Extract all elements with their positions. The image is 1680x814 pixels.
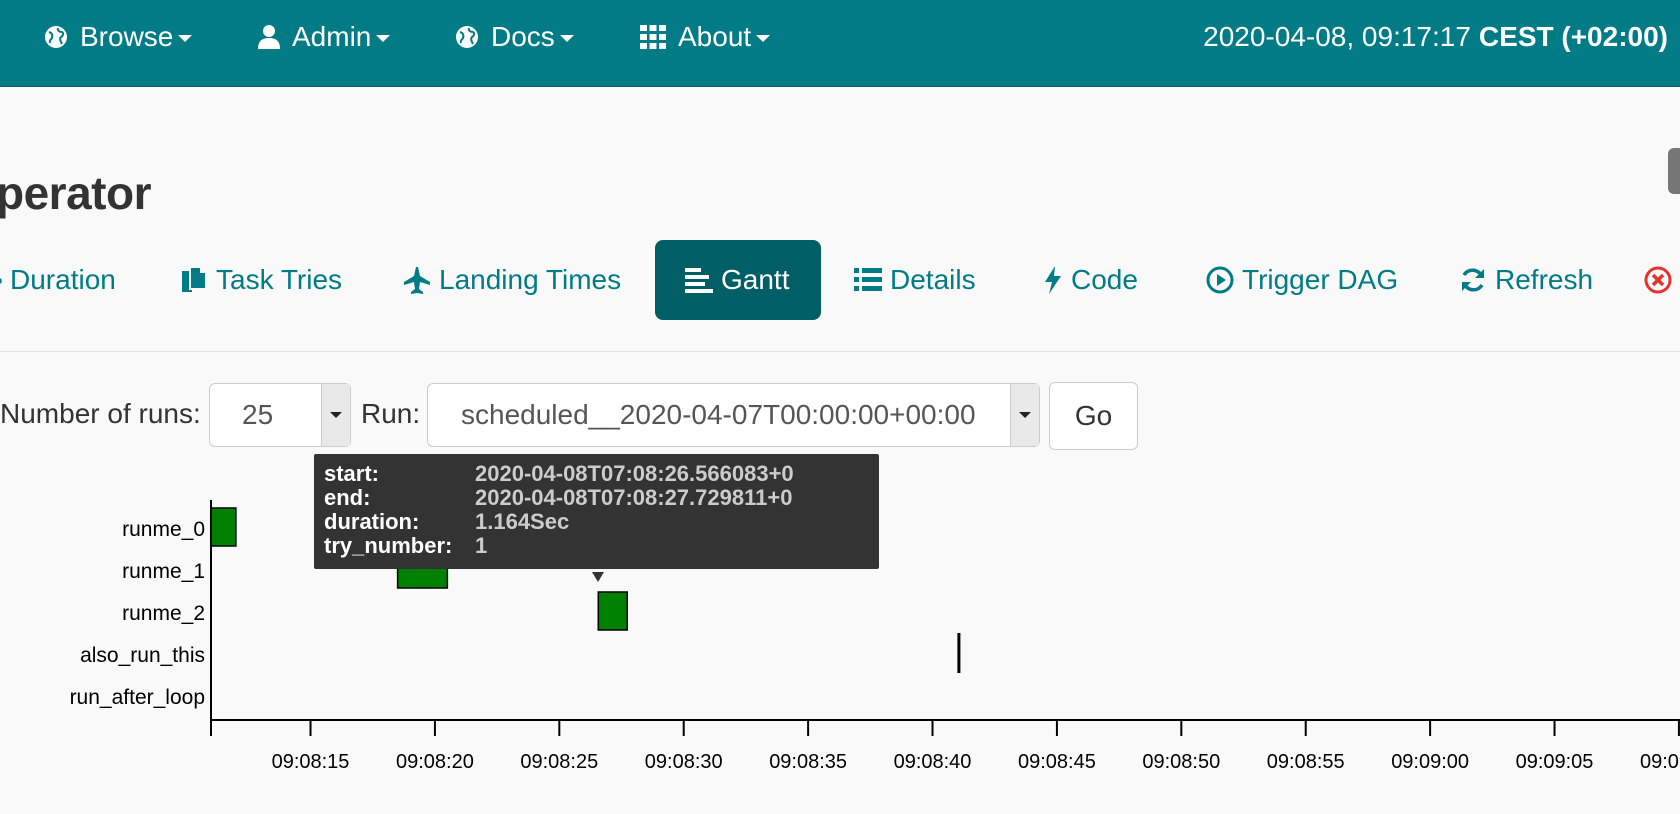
tab-task-tries-label: Task Tries [216,264,343,295]
chevron-down-icon [756,35,771,42]
tooltip-value: 1.164Sec [475,509,570,534]
nav-browse-label: Browse [80,21,174,52]
caret-down-icon [330,412,342,418]
caret-down-icon [1019,412,1031,418]
x-tick-label: 09:09:05 [1516,751,1594,773]
side-toggle-handle[interactable] [1668,148,1680,194]
num-runs-select[interactable]: 25 [209,383,351,447]
globe-icon [456,26,478,48]
chevron-down-icon [559,35,574,42]
tooltip-pointer [592,572,604,582]
x-tick-label: 09:08:50 [1142,751,1220,773]
task-label: also_run_this [80,644,205,667]
nav-browse-menu[interactable]: Browse [44,0,193,74]
run-dropdown-arrow[interactable] [1010,384,1039,446]
tab-task-tries[interactable]: Task Tries [150,240,372,320]
run-value: scheduled__2020-04-07T00:00:00+00:00 [461,399,976,430]
nav-about-label: About [678,21,752,52]
gantt-icon [685,268,713,293]
grid-icon [640,25,666,49]
tooltip-key: end: [324,485,371,510]
tab-refresh-label: Refresh [1495,264,1594,295]
tab-landing-times-label: Landing Times [439,264,622,295]
clock-datetime: 2020-04-08, 09:17:17 [1203,21,1471,52]
tab-code-label: Code [1071,264,1138,295]
task-bar [210,507,237,547]
bolt-icon [1045,266,1061,294]
tabs-divider [0,351,1680,352]
x-tick-label: 09:08:35 [769,751,847,773]
tooltip-key: start: [324,461,380,486]
x-tick-label: 09:09:10 [1640,751,1680,773]
tab-trigger-dag[interactable]: Trigger DAG [1176,240,1428,320]
files-icon [182,266,207,292]
server-clock: 2020-04-08, 09:17:17 CEST (+02:00) [1203,0,1668,74]
tooltip-value: 1 [475,533,488,558]
tab-gantt[interactable]: Gantt [655,240,821,320]
task-label: runme_1 [122,560,205,583]
x-tick-label: 09:08:55 [1267,751,1345,773]
user-icon [258,25,280,49]
play-circle-icon [1206,266,1234,294]
nav-admin-label: Admin [292,21,372,52]
num-runs-value: 25 [242,399,274,430]
top-navbar: Browse Admin Docs About 2020-04-08, 09:1… [0,0,1680,87]
duration-icon [0,278,2,284]
tab-details[interactable]: Details [824,240,1006,320]
tooltip-key: duration: [324,509,420,534]
refresh-icon [1462,268,1484,292]
go-button[interactable]: Go [1049,382,1138,450]
tooltip-row: duration: 1.164Sec [324,510,869,534]
chevron-down-icon [178,35,193,42]
x-tick-label: 09:08:40 [894,751,972,773]
task-label: runme_2 [122,602,205,625]
x-tick-label: 09:08:20 [396,751,474,773]
task-bar [957,633,961,673]
tooltip-row: end: 2020-04-08T07:08:27.729811+0 [324,486,869,510]
num-runs-label: Number of runs: [0,398,201,429]
delete-circle-icon [1644,266,1672,294]
tooltip-row: start: 2020-04-08T07:08:26.566083+0 [324,462,869,486]
x-tick-label: 09:08:15 [272,751,350,773]
tab-trigger-dag-label: Trigger DAG [1242,264,1399,295]
nav-admin-menu[interactable]: Admin [258,0,391,74]
tooltip-row: try_number: 1 [324,534,869,558]
clock-timezone: CEST (+02:00) [1478,21,1668,52]
page-title: perator [0,167,151,219]
task-label: runme_0 [122,518,205,541]
nav-about-menu[interactable]: About [640,0,771,74]
tab-landing-times[interactable]: Landing Times [373,240,651,320]
x-tick-label: 09:08:45 [1018,751,1096,773]
task-label: run_after_loop [70,686,205,709]
chevron-down-icon [376,35,391,42]
nav-docs-menu[interactable]: Docs [455,0,574,74]
run-select[interactable]: scheduled__2020-04-07T00:00:00+00:00 [427,383,1040,447]
list-icon [854,268,882,291]
task-bar [597,591,628,631]
tooltip-key: try_number: [324,533,453,558]
tooltip-value: 2020-04-08T07:08:26.566083+0 [475,461,794,486]
tab-delete[interactable] [1624,240,1680,320]
tab-refresh[interactable]: Refresh [1429,240,1623,320]
tab-duration[interactable]: Duration [0,240,146,320]
run-label: Run: [361,398,421,429]
x-tick-label: 09:09:00 [1391,751,1469,773]
tab-details-label: Details [890,264,976,295]
tooltip-value: 2020-04-08T07:08:27.729811+0 [475,485,793,510]
num-runs-dropdown-arrow[interactable] [321,384,350,446]
globe-icon [45,26,67,48]
plane-icon [404,267,430,294]
tab-code[interactable]: Code [1013,240,1168,320]
gantt-tooltip: start: 2020-04-08T07:08:26.566083+0 end: 2… [314,454,879,569]
nav-docs-label: Docs [491,21,555,52]
x-tick-label: 09:08:30 [645,751,723,773]
x-tick-label: 09:08:25 [520,751,598,773]
tab-gantt-label: Gantt [721,264,790,295]
tab-duration-label: Duration [10,264,116,295]
